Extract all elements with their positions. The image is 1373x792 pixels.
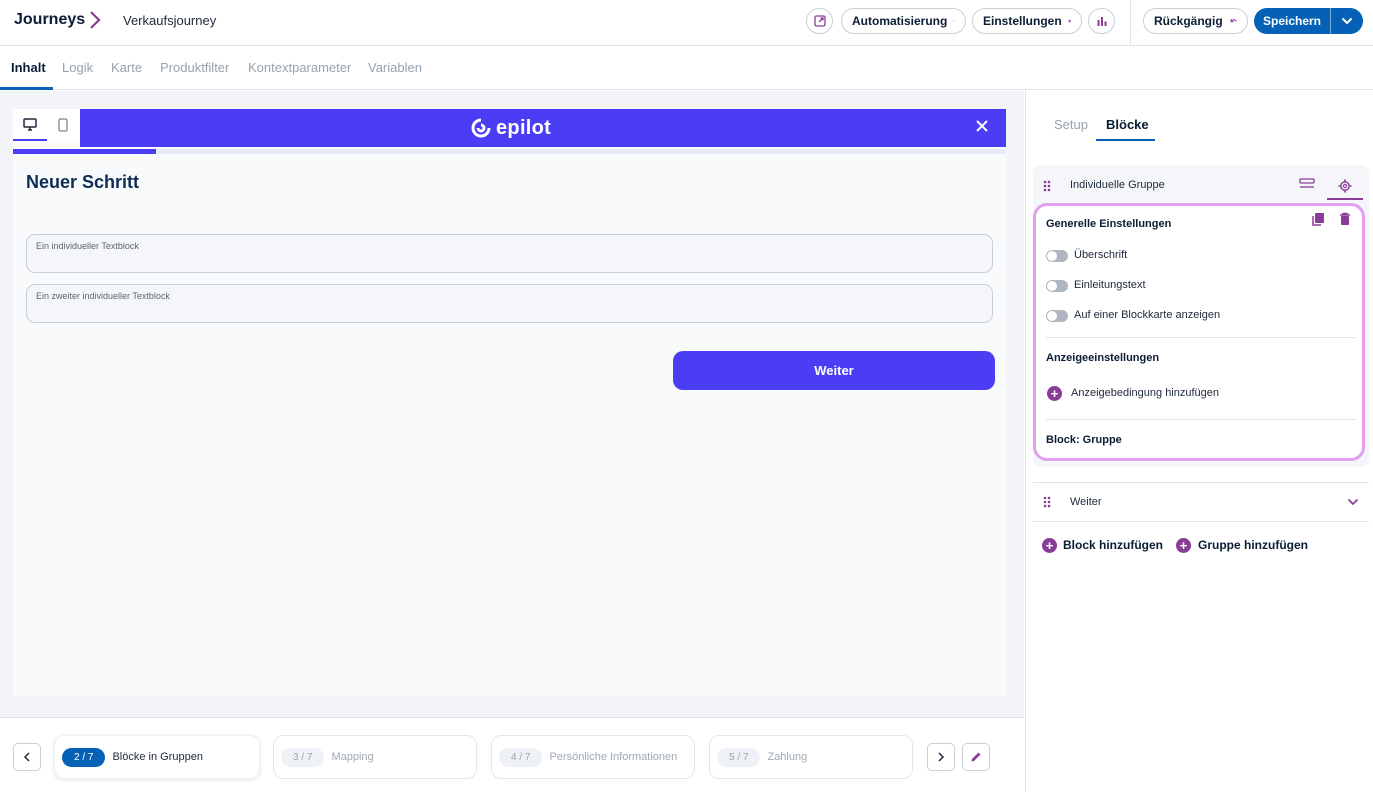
plus-circle-icon[interactable]: + [1042,538,1057,553]
duplicate-icon[interactable] [1311,212,1325,226]
textblock-1-text: Ein individueller Textblock [36,241,139,251]
journey-name[interactable]: Verkaufsjourney [123,13,216,28]
desktop-icon [23,117,37,131]
save-button-group: Speichern [1254,8,1363,34]
bar-chart-icon [1097,17,1106,26]
textblock-2-text: Ein zweiter individueller Textblock [36,291,170,301]
previous-step-button[interactable] [13,743,41,771]
undo-button[interactable]: Rückgängig [1143,8,1248,34]
toggle-block-card[interactable] [1046,310,1068,322]
toolbar-divider [1130,0,1131,46]
tab-setup[interactable]: Setup [1054,117,1088,132]
general-settings-title: Generelle Einstellungen [1046,218,1172,230]
open-external-button[interactable] [806,8,833,34]
gear-icon [1338,179,1352,193]
automation-label: Automatisierung [852,14,948,28]
toggle-intro-text[interactable] [1046,280,1068,292]
epilot-logo-icon [471,118,491,138]
logo-text: epilot [496,116,552,139]
step-card-2[interactable]: 2 / 7 Blöcke in Gruppen [54,735,260,779]
step-label: Zahlung [767,751,808,763]
progress-track [13,149,1006,154]
device-toggle [13,109,80,141]
chevron-down-icon [1341,17,1353,25]
edit-steps-button[interactable] [962,743,990,771]
step-label: Mapping [331,751,374,763]
tab-karte[interactable]: Karte [111,60,142,75]
chevron-down-icon[interactable] [1347,498,1359,506]
active-tab-indicator [0,87,53,90]
add-block-button[interactable]: Block hinzufügen [1063,538,1163,552]
step-label: Blöcke in Gruppen [112,751,203,763]
step-badge: 3 / 7 [281,747,325,767]
automation-button[interactable]: Automatisierung [841,8,966,34]
undo-label: Rückgängig [1154,14,1223,28]
drag-handle-icon[interactable] [1043,180,1051,192]
toggle-block-card-label: Auf einer Blockkarte anzeigen [1074,309,1221,321]
progress-fill [13,149,156,154]
settings-label: Einstellungen [983,14,1062,28]
block-type-label: Block: Gruppe [1046,434,1122,446]
step-label: Persönliche Informationen [549,751,678,763]
save-button[interactable]: Speichern [1254,14,1330,28]
plus-circle-icon[interactable]: + [1047,386,1062,401]
external-link-icon [813,15,826,27]
settings-button[interactable]: Einstellungen [972,8,1082,34]
textblock-1: Ein individueller Textblock [26,234,993,273]
mobile-icon [58,118,68,132]
step-card-4[interactable]: 4 / 7 Persönliche Informationen [491,735,695,779]
tab-produktfilter[interactable]: Produktfilter [160,60,229,75]
chevron-right-icon [90,11,101,29]
step-badge: 5 / 7 [717,747,761,767]
save-options-button[interactable] [1331,17,1363,25]
toggle-intro-text-label: Einleitungstext [1074,279,1146,291]
toggle-heading-label: Überschrift [1074,249,1128,261]
step-badge: 4 / 7 [499,747,543,767]
display-settings-title: Anzeigeeinstellungen [1046,352,1160,364]
next-step-button[interactable] [927,743,955,771]
epilot-logo: epilot [470,115,551,141]
add-condition-button[interactable]: Anzeigebedingung hinzufügen [1071,387,1219,399]
group-title: Individuelle Gruppe [1070,179,1165,191]
journey-preview [13,109,1006,696]
desktop-view-button[interactable] [13,109,47,141]
step-card-3[interactable]: 3 / 7 Mapping [273,735,477,779]
toggle-heading[interactable] [1046,250,1068,262]
group-settings-tab[interactable] [1327,174,1363,200]
weiter-block-label: Weiter [1070,496,1102,508]
group-settings-box [1033,203,1365,461]
divider [1046,337,1356,338]
tab-logik[interactable]: Logik [62,60,93,75]
add-group-button[interactable]: Gruppe hinzufügen [1198,538,1308,552]
step-title: Neuer Schritt [26,172,140,192]
textblock-2: Ein zweiter individueller Textblock [26,284,993,323]
mobile-view-button[interactable] [47,109,81,141]
tab-inhalt[interactable]: Inhalt [11,60,46,75]
divider [1046,419,1356,420]
plus-circle-icon[interactable]: + [1176,538,1191,553]
step-card-5[interactable]: 5 / 7 Zahlung [709,735,913,779]
chevron-left-icon [23,752,30,762]
tab-variablen[interactable]: Variablen [368,60,422,75]
drag-handle-icon[interactable] [1043,496,1051,508]
step-badge: 2 / 7 [62,747,106,767]
tab-kontextparameter[interactable]: Kontextparameter [248,60,351,75]
undo-icon [1230,18,1237,23]
chevron-right-icon [938,752,945,762]
next-button[interactable]: Weiter [673,351,995,390]
trash-icon[interactable] [1338,212,1352,226]
tab-bloecke[interactable]: Blöcke [1106,117,1149,132]
pencil-icon [971,752,981,762]
lightning-icon [953,20,955,22]
gear-icon [1067,19,1071,23]
close-icon[interactable] [974,118,990,134]
layout-icon[interactable] [1298,176,1316,192]
analytics-button[interactable] [1088,8,1115,34]
panel-tab-indicator [1096,139,1155,141]
brand-link[interactable]: Journeys [14,11,85,29]
